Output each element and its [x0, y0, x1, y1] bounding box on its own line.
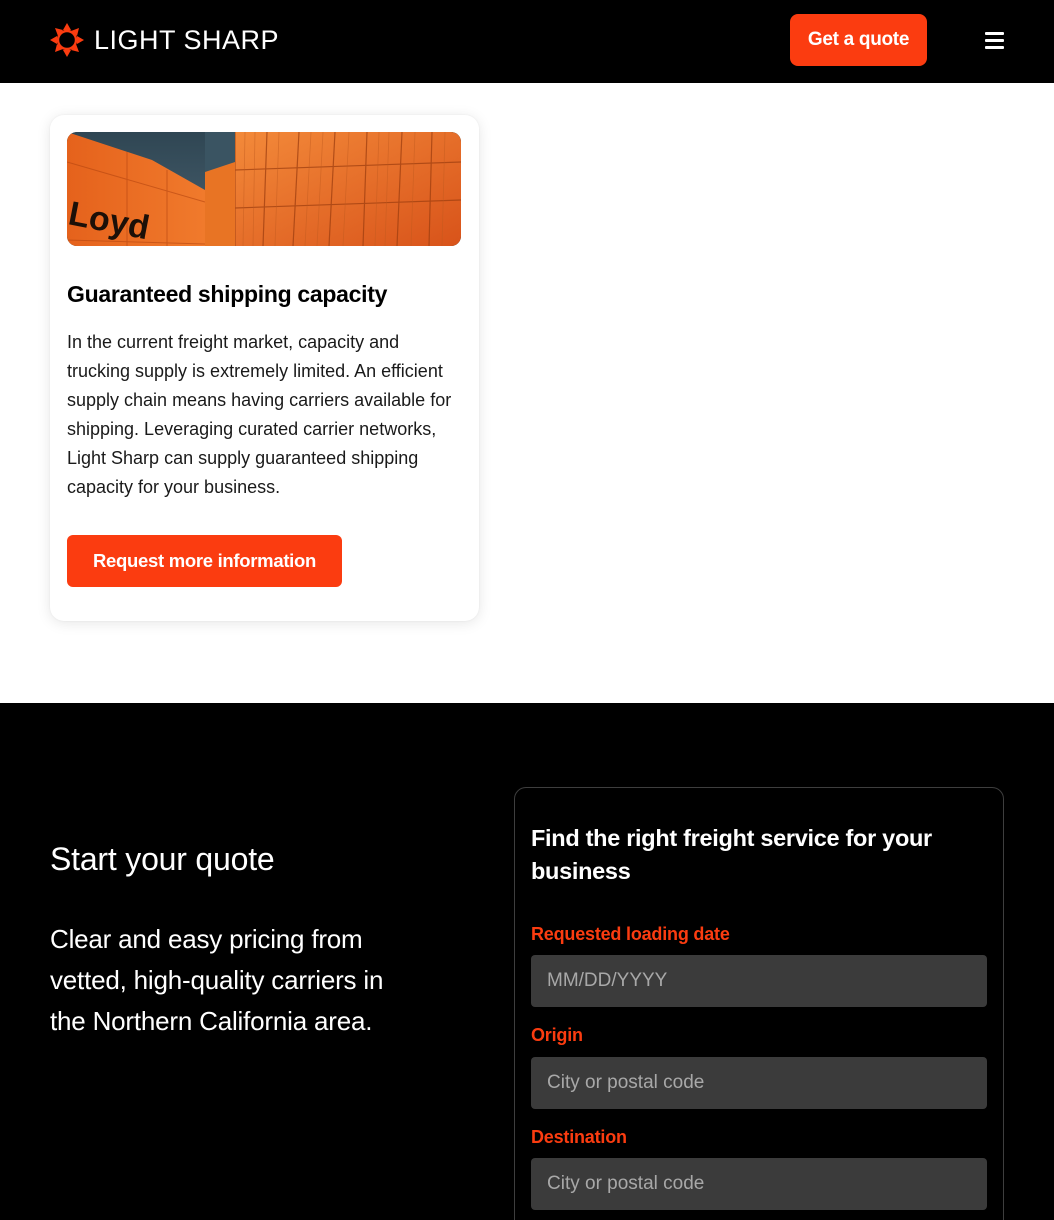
quote-heading: Start your quote — [50, 841, 275, 877]
quote-description: Clear and easy pricing from vetted, high… — [50, 924, 384, 1036]
quote-section: Start your quote Clear and easy pricing … — [0, 703, 1054, 1220]
request-more-information-button[interactable]: Request more information — [67, 535, 342, 587]
form-title: Find the right freight service for your … — [531, 825, 932, 884]
hamburger-menu-icon[interactable] — [978, 26, 1010, 54]
site-header: LIGHT SHARP Get a quote — [0, 0, 1054, 83]
feature-card: Loyd Guaranteed shipping capacity In the… — [50, 115, 479, 621]
light-sharp-logo-icon — [50, 23, 84, 57]
origin-label: Origin — [531, 1025, 583, 1045]
shipping-containers-image: Loyd — [67, 132, 461, 246]
brand-name: LIGHT SHARP — [94, 25, 280, 55]
containers-illustration: Loyd — [67, 132, 461, 246]
loading-date-input[interactable] — [531, 955, 987, 1007]
destination-input[interactable] — [531, 1158, 987, 1210]
card-title: Guaranteed shipping capacity — [67, 281, 388, 307]
freight-quote-form: Find the right freight service for your … — [514, 787, 1004, 1220]
card-description: In the current freight market, capacity … — [67, 332, 452, 497]
origin-input[interactable] — [531, 1057, 987, 1109]
destination-label: Destination — [531, 1127, 627, 1147]
get-a-quote-button[interactable]: Get a quote — [790, 14, 927, 66]
brand-logo-link[interactable]: LIGHT SHARP — [50, 22, 279, 58]
loading-date-label: Requested loading date — [531, 924, 730, 944]
